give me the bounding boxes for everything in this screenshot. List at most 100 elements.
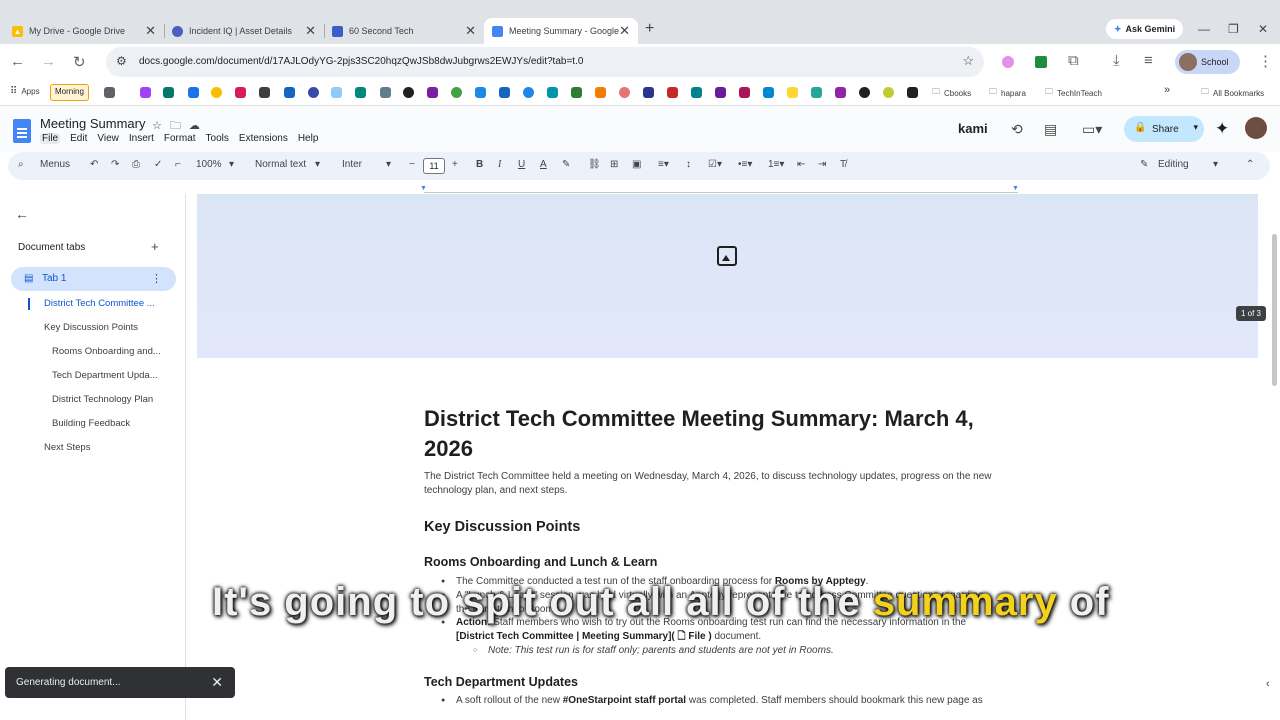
document-heading[interactable]: District Tech Committee Meeting Summary:… [424,404,1024,464]
sub-bullet-item[interactable]: Note: This test run is for staff only; p… [473,644,1068,658]
extensions-puzzle-icon[interactable]: ⧉ [1068,52,1079,69]
grid-bookmark-icon[interactable] [104,87,115,98]
menu-tools[interactable]: Tools [206,133,229,144]
window-close-icon[interactable]: ✕ [1258,22,1268,36]
bulleted-list-icon[interactable]: •≡▾ [738,159,752,170]
bookmark-icon[interactable] [739,87,750,98]
outline-item[interactable]: Key Discussion Points [44,322,138,333]
scrollbar[interactable] [1272,234,1277,386]
document-title[interactable]: Meeting Summary [40,116,145,131]
highlight-icon[interactable]: ✎ [562,159,570,170]
new-tab-icon[interactable]: + [645,20,654,38]
editing-mode-select[interactable]: Editing [1158,159,1189,170]
techinteach-bookmark-folder[interactable]: 🗀 TechInTeach [1045,86,1102,100]
outline-item[interactable]: District Technology Plan [52,394,153,405]
collapse-menus-icon[interactable]: ⌃ [1246,159,1254,170]
gemini-spark-icon[interactable]: ✦ [1215,119,1229,139]
bookmark-icon[interactable] [499,87,510,98]
kami-button[interactable]: kami [958,121,988,136]
insert-image-icon[interactable]: ▣ [632,159,641,170]
chevron-down-icon[interactable]: ▾ [229,159,234,170]
bookmark-icon[interactable] [163,87,174,98]
star-icon[interactable]: ☆ [152,120,170,132]
reload-icon[interactable]: ↻ [73,53,86,71]
right-indent-marker[interactable]: ▼ [1012,185,1019,192]
zoom-select[interactable]: 100% [196,159,222,170]
outline-item[interactable]: District Tech Committee ... [44,298,155,309]
bookmark-icon[interactable] [667,87,678,98]
browser-tab-incident-iq[interactable]: Incident IQ | Asset Details ✕ [164,18,324,44]
numbered-list-icon[interactable]: 1≡▾ [768,159,784,170]
outline-item[interactable]: Next Steps [44,442,90,453]
browser-tab-meeting-summary[interactable]: Meeting Summary - Google ✕ [484,18,638,44]
header-image-placeholder[interactable] [197,194,1258,358]
bookmark-icon[interactable] [691,87,702,98]
line-spacing-icon[interactable]: ↕ [686,159,691,170]
chevron-down-icon[interactable]: ▾ [315,159,320,170]
bookmark-icon[interactable] [380,87,391,98]
bullet-item[interactable]: A soft rollout of the new #OneStarpoint … [441,694,1036,708]
align-icon[interactable]: ≡▾ [658,159,669,170]
increase-font-icon[interactable]: + [452,159,458,170]
version-history-icon[interactable]: ⟲ [1011,121,1023,138]
bookmark-icon[interactable] [355,87,366,98]
bookmark-icon[interactable] [763,87,774,98]
meet-video-icon[interactable]: ▭▾ [1082,121,1102,138]
browser-tab-60-second-tech[interactable]: 60 Second Tech ✕ [324,18,484,44]
close-tab-icon[interactable]: ✕ [465,23,476,39]
redo-icon[interactable]: ↷ [111,159,119,170]
bookmark-icon[interactable] [284,87,295,98]
italic-icon[interactable]: I [498,159,501,170]
profile-button[interactable]: School [1175,50,1240,74]
chevron-down-icon[interactable]: ▾ [1213,159,1218,170]
bookmark-icon[interactable] [427,87,438,98]
bookmark-icon[interactable] [883,87,894,98]
section-heading[interactable]: Key Discussion Points [424,519,580,535]
paint-format-icon[interactable]: ⌐ [175,159,181,170]
bookmark-icon[interactable] [787,87,798,98]
bookmark-icon[interactable] [907,87,918,98]
underline-icon[interactable]: U [518,159,525,170]
morning-bookmark[interactable]: Morning [50,84,89,101]
decrease-font-icon[interactable]: − [409,159,415,170]
undo-icon[interactable]: ↶ [90,159,98,170]
increase-indent-icon[interactable]: ⇥ [818,159,826,170]
subsection-heading[interactable]: Rooms Onboarding and Lunch & Learn [424,555,657,569]
menus-search[interactable]: Menus [40,159,70,170]
more-options-icon[interactable]: ⋮ [151,272,162,285]
bullet-item-continuation[interactable]: [District Tech Committee | Meeting Summa… [456,630,1036,644]
cbooks-bookmark-folder[interactable]: 🗀 Cbooks [932,86,971,100]
user-avatar[interactable] [1245,117,1267,139]
menu-file[interactable]: File [40,133,61,144]
print-icon[interactable]: ⎙ [132,159,140,170]
menu-insert[interactable]: Insert [129,133,154,144]
bookmark-icon[interactable] [259,87,270,98]
bookmark-icon[interactable] [331,87,342,98]
intro-paragraph[interactable]: The District Tech Committee held a meeti… [424,470,1024,498]
bookmark-icon[interactable] [643,87,654,98]
slack-bookmark-icon[interactable] [835,87,846,98]
bookmark-icon[interactable] [859,87,870,98]
comments-icon[interactable]: ▤ [1044,121,1057,138]
menu-view[interactable]: View [97,133,119,144]
close-icon[interactable]: ✕ [211,674,223,691]
bookmark-icon[interactable] [571,87,582,98]
bookmark-icon[interactable] [619,87,630,98]
forward-icon[interactable]: → [41,53,56,70]
close-tab-icon[interactable]: ✕ [305,23,316,39]
maximize-icon[interactable]: ❐ [1228,22,1239,36]
cloud-status-icon[interactable]: ☁ [189,120,208,132]
browser-tab-drive[interactable]: ▲ My Drive - Google Drive ✕ [4,18,164,44]
bookmark-icon[interactable] [523,87,534,98]
side-panel-chevron-icon[interactable]: ‹ [1266,678,1270,690]
bookmark-icon[interactable] [140,87,151,98]
ask-gemini-button[interactable]: ✦ Ask Gemini [1106,19,1184,39]
outline-item[interactable]: Rooms Onboarding and... [52,346,161,357]
apps-bookmark[interactable]: ⠿ Apps [10,86,40,97]
decrease-indent-icon[interactable]: ⇤ [797,159,805,170]
back-icon[interactable]: ← [10,53,25,70]
address-bar[interactable]: ⚙ docs.google.com/document/d/17AJLOdyYG-… [106,47,984,77]
site-info-icon[interactable]: ⚙ [116,54,127,68]
bookmark-icon[interactable] [403,87,414,98]
add-comment-icon[interactable]: ⊞ [610,159,618,170]
